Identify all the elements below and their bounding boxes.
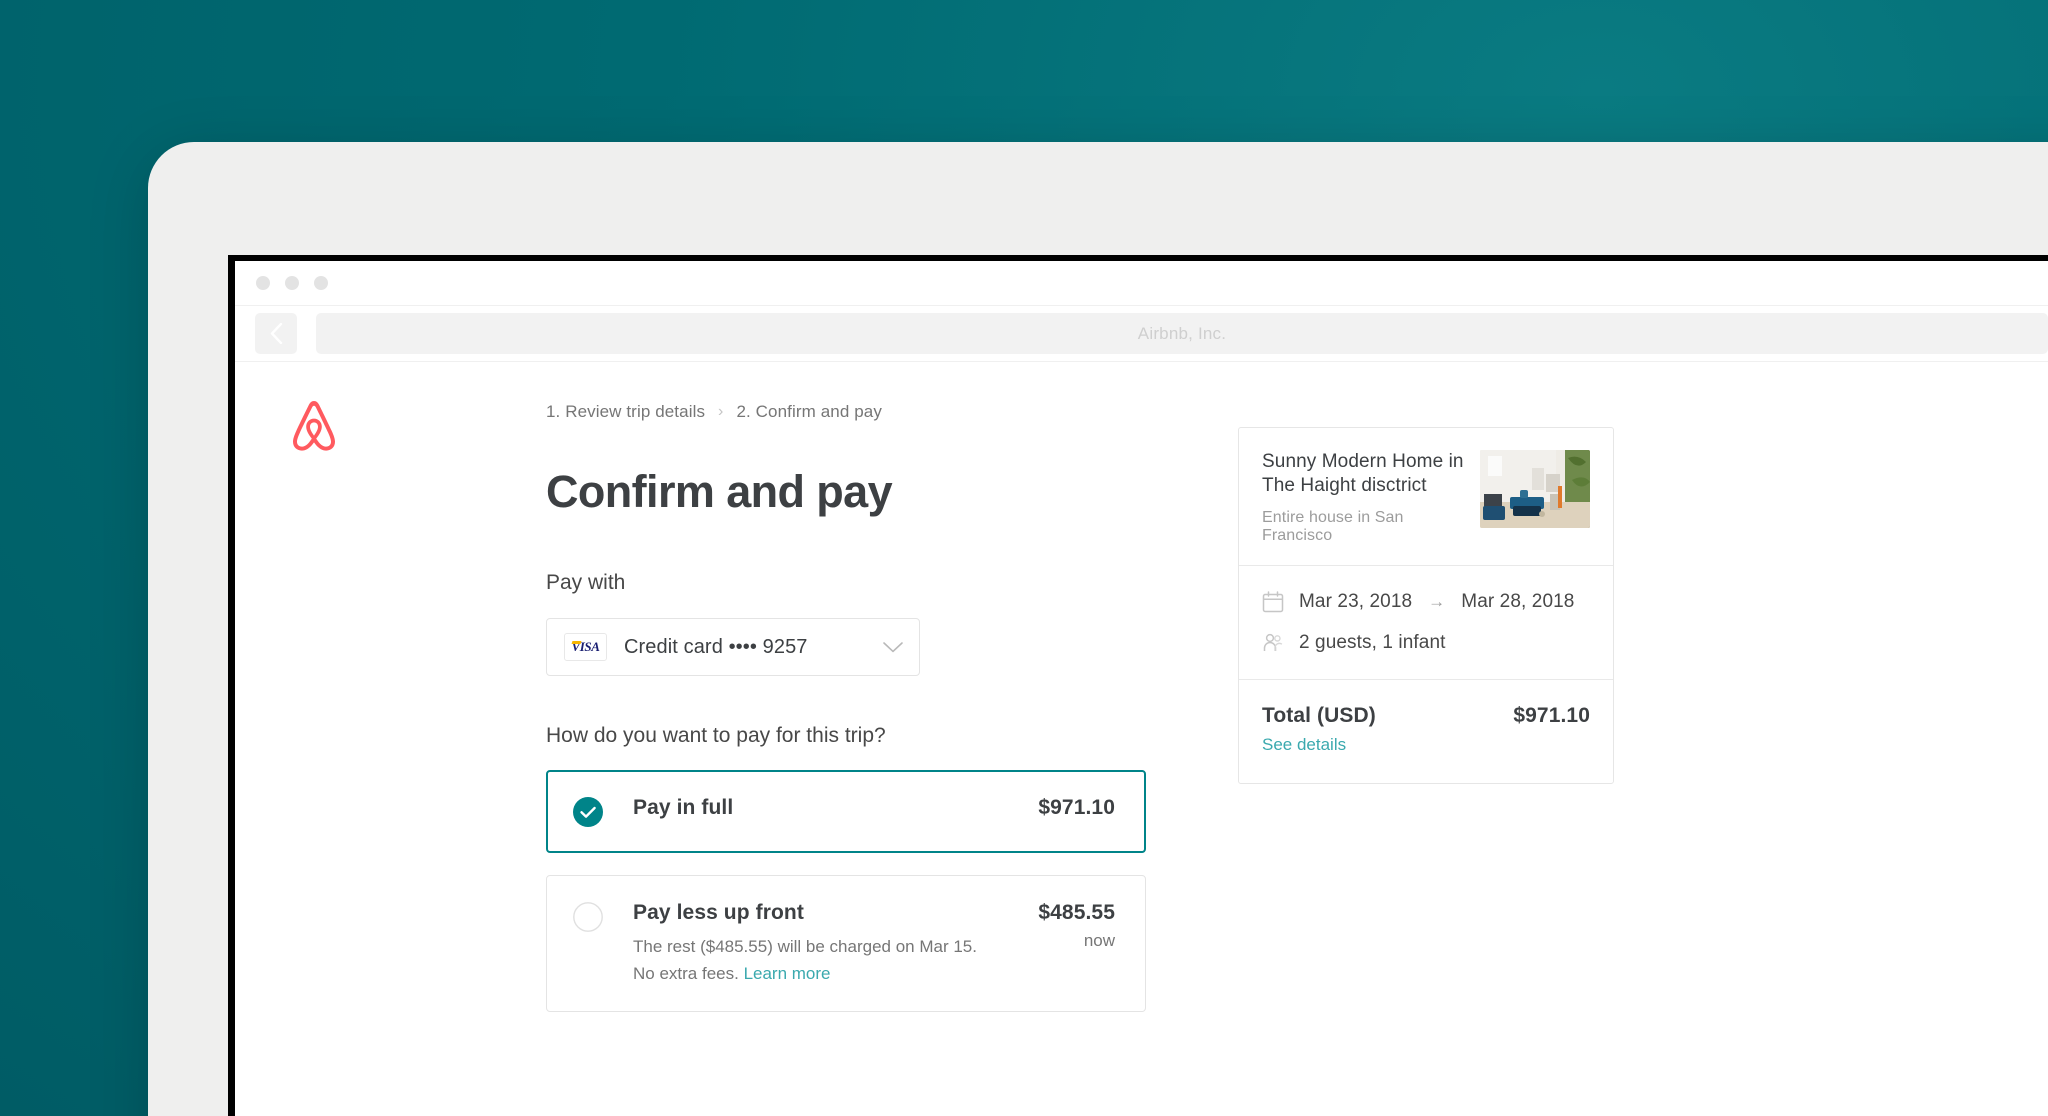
payment-method-label: Credit card •••• 9257 xyxy=(624,635,808,658)
no-extra-fees-text: No extra fees. xyxy=(633,964,739,984)
pay-option-pay-less-up-front[interactable]: Pay less up front The rest ($485.55) wil… xyxy=(546,875,1146,1013)
pay-option-subtext-line1: The rest ($485.55) will be charged on Ma… xyxy=(633,937,977,956)
browser-titlebar xyxy=(235,261,2048,306)
close-dot[interactable] xyxy=(256,276,270,290)
calendar-icon xyxy=(1262,591,1284,613)
summary-dates-row[interactable]: Mar 23, 2018 → Mar 28, 2018 xyxy=(1262,591,1590,613)
listing-title[interactable]: Sunny Modern Home in The Haight disctric… xyxy=(1262,450,1468,498)
main-column: 1. Review trip details › 2. Confirm and … xyxy=(546,402,1146,1013)
maximize-dot[interactable] xyxy=(314,276,328,290)
pay-option-price: $971.10 xyxy=(1038,796,1115,819)
address-bar-text: Airbnb, Inc. xyxy=(1137,323,1227,343)
minimize-dot[interactable] xyxy=(285,276,299,290)
visa-icon: VISA xyxy=(564,633,607,661)
radio-unselected-icon[interactable] xyxy=(573,902,603,932)
pay-option-title: Pay in full xyxy=(633,796,734,819)
chevron-right-icon: › xyxy=(718,403,724,420)
date-arrow-icon: → xyxy=(1428,591,1446,611)
pay-option-price-wrap: $485.55 now xyxy=(1038,901,1115,951)
summary-listing-section: Sunny Modern Home in The Haight disctric… xyxy=(1239,428,1613,565)
checkout-date: Mar 28, 2018 xyxy=(1461,590,1575,612)
checkin-date: Mar 23, 2018 xyxy=(1299,590,1413,612)
radio-selected-check-icon[interactable] xyxy=(573,797,603,827)
listing-photo[interactable] xyxy=(1480,450,1590,528)
browser-toolbar: Airbnb, Inc. xyxy=(235,306,2048,362)
chevron-left-icon xyxy=(270,323,282,344)
pay-option-title: Pay less up front xyxy=(633,901,804,924)
payment-method-select[interactable]: VISA Credit card •••• 9257 xyxy=(546,618,920,676)
pay-option-pay-in-full[interactable]: Pay in full $971.10 xyxy=(546,770,1146,853)
desktop-background: Airbnb, Inc. 1. Review trip details › 2.… xyxy=(0,0,2048,1116)
page-content: 1. Review trip details › 2. Confirm and … xyxy=(235,362,2048,1116)
pay-option-price: $485.55 xyxy=(1038,901,1115,924)
airbnb-belo-logo[interactable] xyxy=(287,397,341,455)
back-button[interactable] xyxy=(255,313,297,354)
pay-with-label: Pay with xyxy=(546,571,626,594)
summary-trip-details: Mar 23, 2018 → Mar 28, 2018 2 guests, 1 … xyxy=(1239,566,1613,679)
visa-icon-text: VISA xyxy=(571,639,600,654)
pay-option-price-note: now xyxy=(1083,931,1115,950)
pay-option-body: Pay less up front The rest ($485.55) wil… xyxy=(633,901,1038,986)
trip-summary-card: Sunny Modern Home in The Haight disctric… xyxy=(1238,427,1614,784)
breadcrumb-step-1[interactable]: 1. Review trip details xyxy=(546,402,705,422)
summary-guests-row[interactable]: 2 guests, 1 infant xyxy=(1262,632,1590,654)
listing-subtitle: Entire house in San Francisco xyxy=(1262,508,1404,544)
see-details-link[interactable]: See details xyxy=(1262,735,1346,755)
pay-option-body: Pay in full xyxy=(633,796,1038,820)
guests-text: 2 guests, 1 infant xyxy=(1299,631,1446,653)
learn-more-link[interactable]: Learn more xyxy=(744,964,831,983)
breadcrumb-step-2[interactable]: 2. Confirm and pay xyxy=(736,402,881,422)
page-title: Confirm and pay xyxy=(546,466,893,517)
chevron-down-icon[interactable] xyxy=(883,641,903,653)
guests-icon xyxy=(1263,633,1283,651)
address-bar[interactable]: Airbnb, Inc. xyxy=(316,313,2048,354)
browser-window: Airbnb, Inc. 1. Review trip details › 2.… xyxy=(228,255,2048,1116)
pay-option-subtext-line2: No extra fees. Learn more xyxy=(633,962,1038,986)
breadcrumb: 1. Review trip details › 2. Confirm and … xyxy=(546,402,1146,422)
payment-schedule-question: How do you want to pay for this trip? xyxy=(546,724,886,747)
total-value: $971.10 xyxy=(1513,703,1590,727)
total-label: Total (USD) xyxy=(1262,703,1376,727)
summary-total-section: Total (USD) $971.10 See details xyxy=(1239,680,1613,783)
pay-option-price-wrap: $971.10 xyxy=(1038,796,1115,820)
